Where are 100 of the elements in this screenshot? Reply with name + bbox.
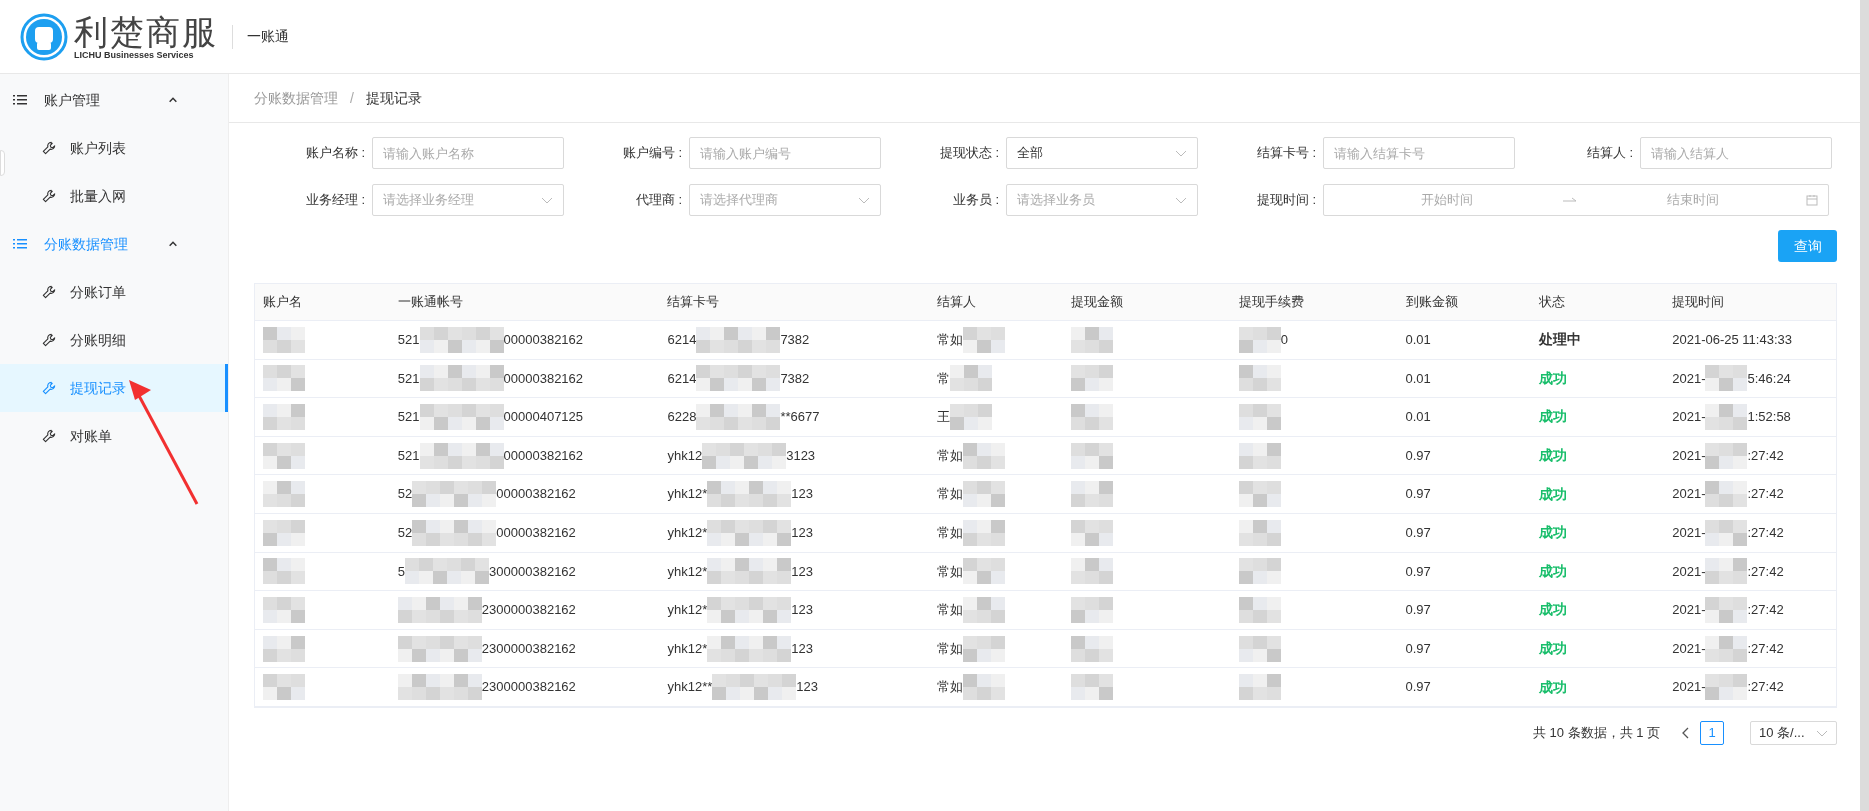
table-cell-text: 成功 <box>1539 561 1568 581</box>
breadcrumb-link[interactable]: 分账数据管理 <box>254 87 338 109</box>
table-cell-text: yhk12** <box>667 678 713 697</box>
wrench-icon <box>42 141 56 155</box>
table-cell-text: 123 <box>791 524 813 542</box>
table-cell-text: **6677 <box>780 408 820 427</box>
sidebar-group[interactable]: 账户管理 <box>0 76 228 124</box>
filter-label: 业务经理 : <box>304 191 366 210</box>
select-field[interactable]: 请选择业务经理 <box>372 184 564 216</box>
page-button[interactable]: 1 <box>1700 720 1724 745</box>
table-cell-text: 常如 <box>937 678 964 697</box>
table-cell-text: 00000382162 <box>496 524 576 542</box>
table-cell-text: 6214 <box>667 369 697 388</box>
table-cell-text: 6214 <box>667 331 697 350</box>
list-icon <box>13 238 27 250</box>
table-cell-text: 成功 <box>1539 523 1568 543</box>
column-header: 一账通帐号 <box>396 293 464 312</box>
table-cell-text: :27:42 <box>1747 524 1784 542</box>
arrow-right-icon <box>1563 197 1577 203</box>
table-cell-text: 成功 <box>1539 639 1568 659</box>
filter-label: 业务员 : <box>951 191 1000 210</box>
logo-title: 利楚商服 <box>74 13 218 51</box>
sidebar-item[interactable]: 账户列表 <box>8 124 228 172</box>
table-cell-text: :27:42 <box>1747 485 1784 504</box>
column-header: 到账金额 <box>1404 293 1459 312</box>
sidebar-item[interactable]: 对账单 <box>8 412 228 460</box>
chevron-left-icon <box>1682 726 1690 739</box>
table-cell-text: 常 <box>937 369 951 388</box>
table-cell-text: yhk12 <box>667 446 703 465</box>
table-cell-text: 52 <box>397 485 413 504</box>
table-cell-text: 1:52:58 <box>1747 408 1791 427</box>
table-cell-text: 0.97 <box>1405 678 1431 697</box>
table-cell-text: 0.97 <box>1405 485 1431 504</box>
table-cell-text: 00000407125 <box>503 408 584 427</box>
select-field[interactable]: 请选择代理商 <box>689 184 881 216</box>
sidebar-item[interactable]: 提现记录 <box>0 364 228 412</box>
select-field[interactable]: 请选择业务员 <box>1006 184 1198 216</box>
table-cell-text: 2021- <box>1672 485 1706 504</box>
scrollbar[interactable] <box>1860 0 1869 811</box>
table-cell-text: 常如 <box>937 524 964 542</box>
table-cell-text: 常如 <box>937 639 964 658</box>
sidebar-item[interactable]: 分账明细 <box>8 316 228 364</box>
table-cell-text: yhk12* <box>667 524 708 542</box>
table-cell-text: 123 <box>791 562 813 581</box>
table-cell-text: 5:46:24 <box>1747 369 1791 388</box>
table-cell-text: 处理中 <box>1539 330 1582 350</box>
table-cell-text: 123 <box>791 639 813 658</box>
column-header: 结算卡号 <box>666 293 721 312</box>
wrench-icon <box>42 285 56 299</box>
query-button[interactable]: 查询 <box>1778 230 1837 262</box>
column-header: 账户名 <box>262 293 303 312</box>
column-header: 结算人 <box>936 293 978 312</box>
column-header: 状态 <box>1538 293 1567 312</box>
table-cell-text: 521 <box>397 408 420 427</box>
column-header: 提现金额 <box>1069 293 1124 312</box>
page-size-select[interactable]: 10 条/... <box>1750 720 1837 745</box>
logo-subtitle: LICHU Businesses Services <box>74 51 195 60</box>
table-cell-text: 00000382162 <box>503 446 584 465</box>
table-cell-text: :27:42 <box>1747 446 1784 465</box>
text-field[interactable]: 请输入结算人 <box>1640 137 1832 169</box>
table-cell-text: 521 <box>397 369 420 388</box>
table-cell-text: 123 <box>796 678 818 697</box>
table-cell-text: 2300000382162 <box>481 678 576 697</box>
table-cell-text: 0.97 <box>1405 446 1431 465</box>
wrench-icon <box>42 333 56 347</box>
table-cell-text: 300000382162 <box>489 562 576 581</box>
table-cell-text: 成功 <box>1539 600 1568 620</box>
calendar-icon <box>1806 194 1818 206</box>
filter-label: 代理商 : <box>634 191 683 210</box>
table-cell-text: 6228 <box>667 408 697 427</box>
table-cell-text: 521 <box>397 331 420 350</box>
sidebar-group[interactable]: 分账数据管理 <box>0 220 228 268</box>
select-field[interactable]: 全部 <box>1006 137 1198 169</box>
table-cell-text: 123 <box>791 601 813 620</box>
chevron-up-icon <box>168 95 178 105</box>
column-header: 提现时间 <box>1671 293 1726 312</box>
table-cell-text: 2300000382162 <box>481 639 576 658</box>
table-cell-text: 0.01 <box>1405 331 1431 350</box>
table-cell-text: 2021- <box>1672 524 1706 542</box>
collapse-handle[interactable] <box>0 150 5 176</box>
table-cell-text: :27:42 <box>1747 678 1784 697</box>
table-cell-text: 2021- <box>1672 562 1706 581</box>
table-cell-text: 0.01 <box>1405 408 1431 427</box>
pagination-summary: 共 10 条数据，共 1 页 <box>1532 724 1660 743</box>
table-cell-text: 00000382162 <box>503 369 584 388</box>
date-range-field[interactable]: 开始时间 结束时间 <box>1323 184 1829 216</box>
table-cell-text: 成功 <box>1539 677 1568 697</box>
text-field[interactable]: 请输入账户编号 <box>689 137 881 169</box>
chevron-up-icon <box>168 239 178 249</box>
table-cell-text: 常如 <box>937 485 964 504</box>
table-cell-text: 123 <box>791 485 813 504</box>
table-cell-text: 0.97 <box>1405 639 1431 658</box>
text-field[interactable]: 请输入账户名称 <box>372 137 564 169</box>
sidebar-item[interactable]: 批量入网 <box>8 172 228 220</box>
breadcrumb-separator: / <box>350 88 354 108</box>
text-field[interactable]: 请输入结算卡号 <box>1323 137 1515 169</box>
sidebar-item[interactable]: 分账订单 <box>8 268 228 316</box>
table-cell-text: 常如 <box>937 601 964 620</box>
table-cell-text: 2300000382162 <box>481 601 576 620</box>
table-cell-text: yhk12* <box>667 562 708 581</box>
